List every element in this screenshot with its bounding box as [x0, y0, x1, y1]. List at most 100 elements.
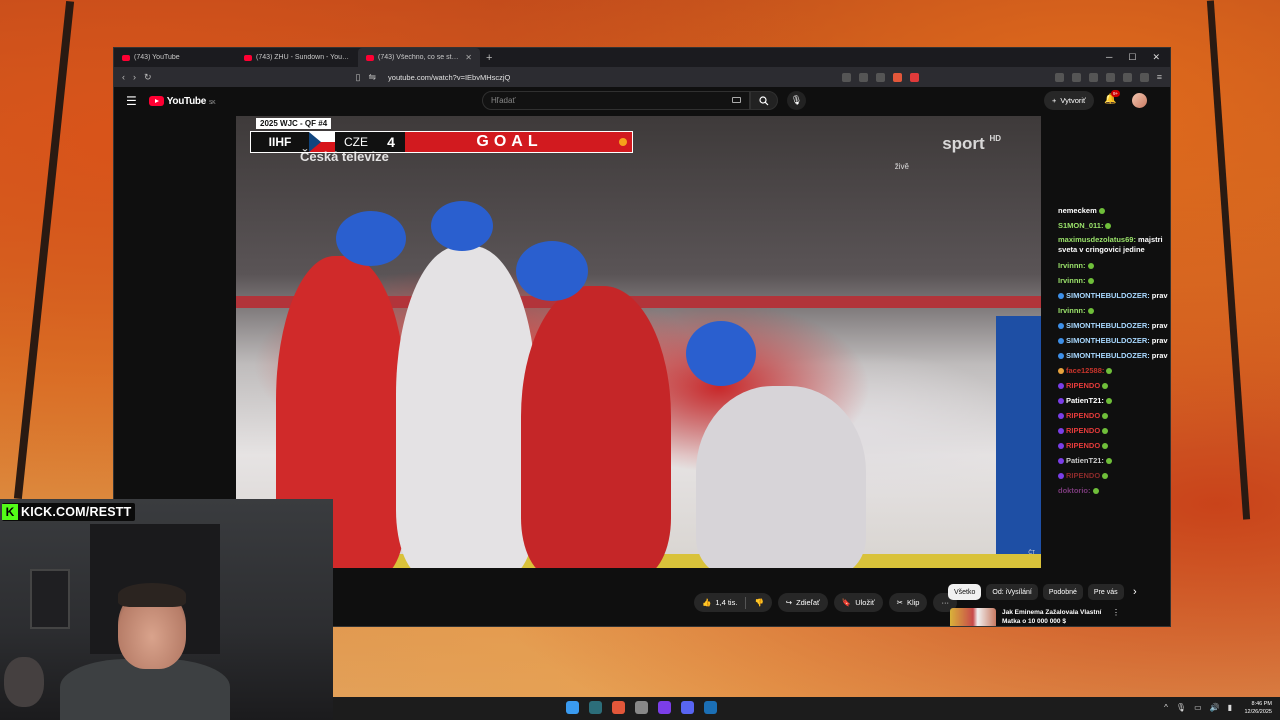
brave-shield-icon[interactable] — [892, 72, 902, 82]
recommended-video[interactable]: Jak Eminema Zažalovala Vlastní Matka o 1… — [950, 608, 1120, 626]
save-button[interactable]: 🔖 Uložiť — [833, 593, 883, 612]
video-player[interactable]: 2025 WJC - QF #4 IIHF CZE 4 GOAL Česká t… — [236, 116, 1041, 568]
chip-all[interactable]: Všetko — [948, 584, 982, 600]
youtube-logo[interactable]: YouTube SK — [148, 96, 216, 107]
youtube-play-icon — [148, 96, 164, 106]
chat-badge-icon — [1058, 322, 1064, 329]
chat-username: maximusdezolatus69: — [1058, 235, 1136, 244]
menu-icon[interactable]: ≡ — [1157, 72, 1162, 82]
mic-tray-icon[interactable]: 🎙 — [1176, 703, 1186, 712]
chat-message: PatienT21: — [1058, 393, 1168, 408]
taskbar-apps — [566, 701, 717, 714]
tab-label: (743) Všechno, co se stalo v … — [378, 54, 461, 61]
maximize-icon[interactable]: ☐ — [1128, 52, 1136, 63]
reload-icon[interactable]: ↻ — [144, 72, 152, 83]
hamburger-menu-icon[interactable]: ☰ — [126, 94, 137, 108]
chat-username: RIPENDO — [1066, 441, 1101, 450]
youtube-favicon-icon — [122, 54, 130, 61]
chat-message: RIPENDO — [1058, 408, 1168, 423]
share-label: Zdieľať — [796, 598, 820, 607]
tournament-tag: 2025 WJC - QF #4 — [256, 118, 332, 129]
clip-label: Klip — [906, 598, 920, 607]
chat-username: SIMONTHEBULDOZER: — [1066, 351, 1150, 360]
chat-username: RIPENDO — [1066, 471, 1101, 480]
rink-blue-line — [996, 316, 1041, 566]
chat-username: doktorio: — [1058, 486, 1091, 495]
bookmark-icon[interactable]: ▯ — [356, 72, 361, 83]
new-tab-button[interactable]: + — [480, 52, 498, 64]
steam-icon[interactable] — [704, 701, 717, 714]
youtube-favicon-icon — [244, 54, 252, 61]
chat-badge-icon — [1058, 367, 1064, 374]
chat-message: SIMONTHEBULDOZER: pravda — [1058, 288, 1168, 303]
create-button[interactable]: + Vytvoriť — [1044, 91, 1094, 110]
tray-chevron-icon[interactable]: ^ — [1164, 703, 1168, 712]
share-button[interactable]: ↪ Zdieľať — [777, 593, 828, 612]
search-placeholder: Hľadať — [491, 96, 516, 105]
minimize-icon[interactable]: ─ — [1106, 52, 1112, 63]
close-window-icon[interactable]: ✕ — [1152, 52, 1160, 63]
search-button[interactable] — [750, 91, 778, 110]
channel-logo: sport HD — [942, 134, 1001, 154]
keyboard-icon[interactable] — [732, 97, 741, 103]
like-button[interactable]: 👍 1,4 tis. 👎 — [694, 593, 772, 612]
chat-badge-icon — [1058, 427, 1064, 434]
forward-icon[interactable]: › — [133, 72, 136, 82]
start-menu-icon[interactable] — [566, 701, 579, 714]
obs-icon[interactable] — [635, 701, 648, 714]
search-icon — [759, 95, 769, 105]
chip-similar[interactable]: Podobné — [1042, 584, 1083, 600]
rewards-icon[interactable] — [909, 72, 919, 82]
plush-toy — [4, 657, 44, 707]
discord-icon[interactable] — [681, 701, 694, 714]
cast-icon[interactable] — [841, 72, 851, 82]
site-info-icon[interactable]: ⇋ — [369, 72, 377, 83]
account-avatar[interactable] — [1132, 93, 1147, 108]
sidebar-icon[interactable] — [1088, 72, 1098, 82]
brave-browser-icon[interactable] — [612, 701, 625, 714]
thumbs-down-icon[interactable]: 👎 — [754, 598, 763, 607]
clip-button[interactable]: ✂ Klip — [888, 593, 928, 612]
corner-watermark: ČT — [1028, 550, 1035, 556]
extensions-icon[interactable] — [1054, 72, 1064, 82]
back-icon[interactable]: ‹ — [122, 72, 125, 82]
chat-username: Irvinnn: — [1058, 306, 1086, 315]
kebab-menu-icon[interactable]: ⋮ — [1112, 608, 1120, 626]
search-input[interactable]: Hľadať — [482, 91, 750, 110]
network-icon[interactable]: ▭ — [1194, 703, 1202, 712]
tab-current-video[interactable]: (743) Všechno, co se stalo v … ✕ — [358, 48, 480, 67]
live-label: živě — [894, 162, 909, 171]
voice-search-button[interactable]: 🎙 — [787, 91, 806, 110]
battery-icon[interactable]: ▮ — [1228, 703, 1232, 712]
translate-icon[interactable] — [858, 72, 868, 82]
profile-icon[interactable] — [1122, 72, 1132, 82]
player-figure — [521, 286, 671, 568]
chat-username: SIMONTHEBULDOZER: — [1066, 321, 1150, 330]
chevron-right-icon[interactable]: › — [1133, 586, 1137, 598]
downloads-icon[interactable] — [1071, 72, 1081, 82]
tab-label: (743) ZHU - Sundown - YouTube — [256, 54, 350, 61]
recommended-title[interactable]: Jak Eminema Zažalovala Vlastní Matka o 1… — [1002, 608, 1102, 626]
country-code: SK — [208, 99, 216, 106]
share-page-icon[interactable] — [875, 72, 885, 82]
event-indicator-icon — [614, 132, 632, 152]
chip-from-channel[interactable]: Od: iVysílání — [986, 584, 1038, 600]
tab-zhu-sundown[interactable]: (743) ZHU - Sundown - YouTube — [236, 48, 358, 67]
chip-for-you[interactable]: Pre vás — [1087, 584, 1124, 600]
chat-message: RIPENDO — [1058, 423, 1168, 438]
emote-icon — [1102, 472, 1109, 479]
chat-message: Irvinnn: — [1058, 258, 1168, 273]
volume-icon[interactable]: 🔊 — [1210, 703, 1220, 712]
twitch-icon[interactable] — [658, 701, 671, 714]
video-thumbnail[interactable] — [950, 608, 996, 626]
recommendation-filters: Všetko Od: iVysílání Podobné Pre vás — [948, 584, 1124, 600]
tab-youtube[interactable]: (743) YouTube — [114, 48, 236, 67]
wallet-icon[interactable] — [1105, 72, 1115, 82]
chat-username: RIPENDO — [1066, 411, 1101, 420]
url-field[interactable]: youtube.com/watch?v=IEbvMHsczjQ — [388, 73, 510, 82]
vpn-icon[interactable] — [1139, 72, 1149, 82]
youtube-favicon-icon — [366, 54, 374, 61]
system-clock[interactable]: 8:46 PM 12/26/2025 — [1244, 700, 1272, 716]
terminal-icon[interactable] — [589, 701, 602, 714]
close-tab-icon[interactable]: ✕ — [465, 53, 472, 62]
